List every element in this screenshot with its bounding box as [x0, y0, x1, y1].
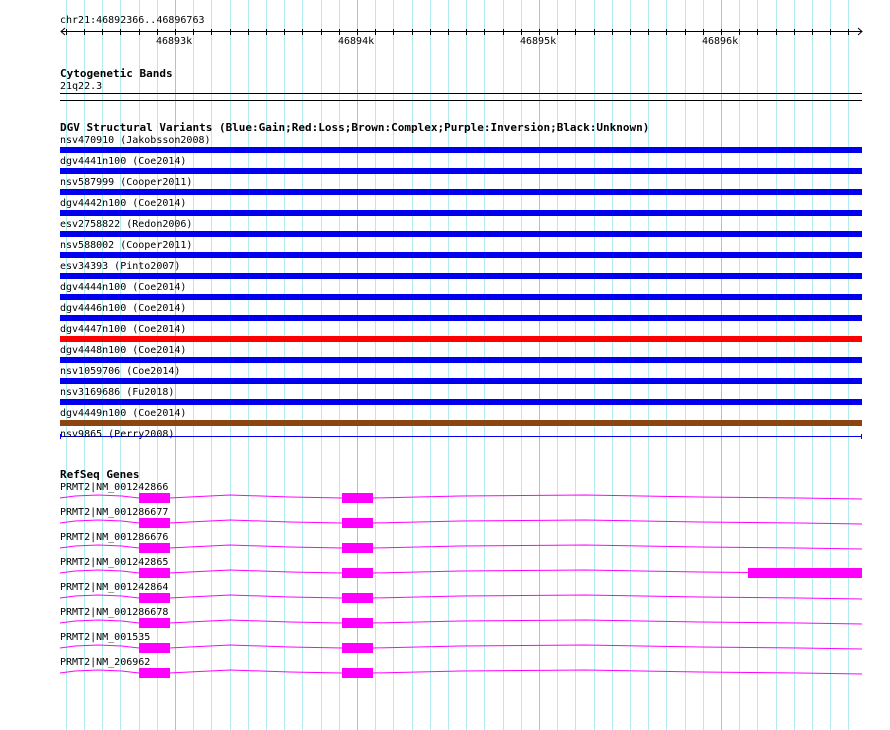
- gene-exon: [342, 618, 373, 628]
- ruler-tick-label: 46895k: [520, 36, 557, 47]
- dgv-feature-label[interactable]: dgv4448n100 (Coe2014): [60, 345, 186, 356]
- dgv-feature-label[interactable]: esv34393 (Pinto2007): [60, 261, 180, 272]
- gene-intron: [59, 544, 140, 549]
- dgv-feature-bar: [60, 252, 862, 258]
- gene-intron: [59, 569, 140, 574]
- gene-intron: [59, 594, 140, 599]
- dgv-feature-label[interactable]: dgv4449n100 (Coe2014): [60, 408, 186, 419]
- gene-intron: [372, 494, 863, 500]
- gene-label[interactable]: PRMT2|NM_001286676: [60, 532, 168, 543]
- dgv-feature-label[interactable]: dgv4441n100 (Coe2014): [60, 156, 186, 167]
- ruler-tick-label: 46893k: [156, 36, 193, 47]
- ruler-tick-label: 46894k: [338, 36, 375, 47]
- gene-label[interactable]: PRMT2|NM_001535: [60, 632, 150, 643]
- gene-exon: [139, 518, 170, 528]
- gene-intron: [168, 644, 343, 649]
- gene-exon: [139, 543, 170, 553]
- gene-intron: [372, 594, 863, 600]
- gene-label[interactable]: PRMT2|NM_001242865: [60, 557, 168, 568]
- gene-exon: [342, 643, 373, 653]
- dgv-feature-bar: [60, 231, 862, 237]
- ruler-tick-label: 46896k: [702, 36, 739, 47]
- gene-intron: [168, 494, 343, 499]
- dgv-feature-label[interactable]: nsv3169686 (Fu2018): [60, 387, 174, 398]
- gene-intron: [59, 669, 140, 674]
- gene-exon: [139, 568, 170, 578]
- gene-intron: [59, 519, 140, 524]
- gene-intron: [168, 544, 343, 549]
- gene-exon: [139, 593, 170, 603]
- gene-label[interactable]: PRMT2|NM_001286678: [60, 607, 168, 618]
- dgv-feature-label[interactable]: nsv470910 (Jakobsson2008): [60, 135, 211, 146]
- gene-exon: [342, 518, 373, 528]
- gene-intron: [168, 594, 343, 599]
- dgv-feature-label[interactable]: dgv4447n100 (Coe2014): [60, 324, 186, 335]
- gene-intron: [168, 569, 343, 574]
- gene-exon: [342, 668, 373, 678]
- genome-track-canvas: [59, 0, 863, 730]
- gene-label[interactable]: PRMT2|NM_001242866: [60, 482, 168, 493]
- dgv-feature-label[interactable]: dgv4442n100 (Coe2014): [60, 198, 186, 209]
- gene-exon: [342, 493, 373, 503]
- gene-label[interactable]: PRMT2|NM_001286677: [60, 507, 168, 518]
- dgv-feature-label[interactable]: dgv4446n100 (Coe2014): [60, 303, 186, 314]
- dgv-feature-label[interactable]: nsv9865 (Perry2008): [60, 429, 174, 440]
- dgv-feature-bar: [60, 294, 862, 300]
- dgv-feature-bar: [60, 399, 862, 405]
- gene-intron: [168, 519, 343, 524]
- gene-intron: [168, 619, 343, 624]
- gene-exon: [748, 568, 862, 578]
- gene-intron: [372, 669, 863, 675]
- gene-label[interactable]: PRMT2|NM_206962: [60, 657, 150, 668]
- gene-exon: [139, 493, 170, 503]
- dgv-feature-label[interactable]: nsv1059706 (Coe2014): [60, 366, 180, 377]
- gene-label[interactable]: PRMT2|NM_001242864: [60, 582, 168, 593]
- dgv-feature-bar: [60, 168, 862, 174]
- ruler-region-label: chr21:46892366..46896763: [60, 15, 205, 26]
- dgv-feature-bar: [60, 420, 862, 426]
- dgv-feature-label[interactable]: dgv4444n100 (Coe2014): [60, 282, 186, 293]
- dgv-feature-bar: [60, 273, 862, 279]
- gene-intron: [59, 494, 140, 499]
- cytoband-track-title[interactable]: Cytogenetic Bands: [60, 68, 173, 80]
- dgv-feature-bar: [60, 378, 862, 384]
- gene-intron: [372, 644, 863, 650]
- gene-intron: [168, 669, 343, 674]
- gene-exon: [342, 593, 373, 603]
- gene-exon: [139, 618, 170, 628]
- gene-exon: [139, 643, 170, 653]
- gene-intron: [372, 544, 863, 550]
- dgv-feature-label[interactable]: nsv587999 (Cooper2011): [60, 177, 192, 188]
- dgv-feature-bar: [60, 357, 862, 363]
- dgv-feature-label[interactable]: nsv588002 (Cooper2011): [60, 240, 192, 251]
- refseq-track-title[interactable]: RefSeq Genes: [60, 469, 139, 481]
- dgv-feature-bar: [60, 315, 862, 321]
- dgv-feature-bar: [60, 336, 862, 342]
- gene-exon: [342, 568, 373, 578]
- gene-exon: [139, 668, 170, 678]
- gene-intron: [59, 644, 140, 649]
- dgv-feature-bar: [60, 210, 862, 216]
- gene-intron: [372, 619, 863, 625]
- gene-intron: [59, 619, 140, 624]
- dgv-feature-bar: [60, 147, 862, 153]
- dgv-track-title[interactable]: DGV Structural Variants (Blue:Gain;Red:L…: [60, 122, 649, 134]
- dgv-feature-bar: [60, 189, 862, 195]
- gene-intron: [372, 519, 863, 525]
- gene-exon: [342, 543, 373, 553]
- dgv-feature-label[interactable]: esv2758822 (Redon2006): [60, 219, 192, 230]
- cytoband-label: 21q22.3: [60, 81, 103, 92]
